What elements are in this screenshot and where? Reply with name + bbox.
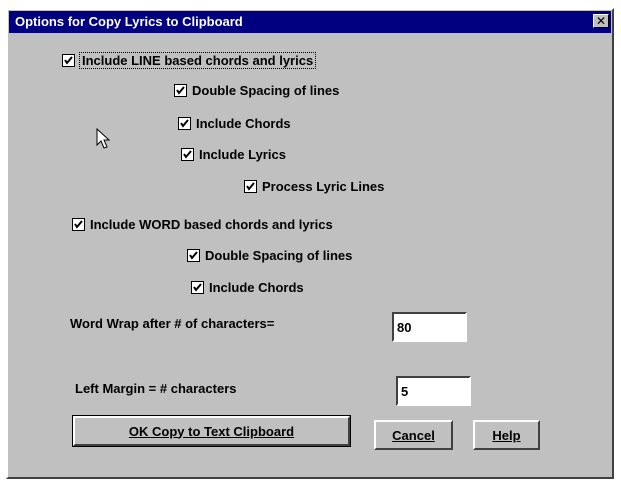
left-margin-label: Left Margin = # characters xyxy=(75,381,237,396)
help-button[interactable]: Help xyxy=(473,420,540,450)
line-process-lyric-lines-label: Process Lyric Lines xyxy=(262,179,385,194)
line-include-lyrics-label: Include Lyrics xyxy=(199,147,286,162)
include-line-based-checkbox[interactable]: Include LINE based chords and lyrics xyxy=(62,52,317,69)
options-dialog: Options for Copy Lyrics to Clipboard ✕ xyxy=(6,8,614,479)
word-include-chords-label: Include Chords xyxy=(209,280,304,295)
checkmark-icon xyxy=(244,180,257,193)
cancel-button[interactable]: Cancel xyxy=(374,420,453,450)
close-button[interactable]: ✕ xyxy=(593,14,609,28)
line-include-chords-checkbox[interactable]: Include Chords xyxy=(178,116,292,131)
word-double-spacing-checkbox[interactable]: Double Spacing of lines xyxy=(187,248,353,263)
line-include-chords-label: Include Chords xyxy=(196,116,291,131)
left-margin-input[interactable]: 5 xyxy=(396,376,471,406)
window-title: Options for Copy Lyrics to Clipboard xyxy=(15,14,243,29)
include-line-based-label: Include LINE based chords and lyrics xyxy=(79,52,317,69)
checkmark-icon xyxy=(187,249,200,262)
checkmark-icon xyxy=(72,218,85,231)
checkmark-icon xyxy=(178,117,191,130)
word-double-spacing-label: Double Spacing of lines xyxy=(205,248,353,263)
line-double-spacing-checkbox[interactable]: Double Spacing of lines xyxy=(174,83,340,98)
checkmark-icon xyxy=(62,54,75,67)
mouse-pointer-icon xyxy=(96,128,111,149)
line-process-lyric-lines-checkbox[interactable]: Process Lyric Lines xyxy=(244,179,385,194)
word-include-chords-checkbox[interactable]: Include Chords xyxy=(191,280,305,295)
title-bar: Options for Copy Lyrics to Clipboard ✕ xyxy=(9,11,611,33)
line-include-lyrics-checkbox[interactable]: Include Lyrics xyxy=(181,147,287,162)
word-wrap-input[interactable]: 80 xyxy=(392,312,467,342)
word-wrap-label: Word Wrap after # of characters= xyxy=(70,316,275,331)
checkmark-icon xyxy=(174,84,187,97)
checkmark-icon xyxy=(181,148,194,161)
include-word-based-label: Include WORD based chords and lyrics xyxy=(90,217,333,232)
checkmark-icon xyxy=(191,281,204,294)
line-double-spacing-label: Double Spacing of lines xyxy=(192,83,340,98)
ok-copy-button[interactable]: OK Copy to Text Clipboard xyxy=(72,415,351,447)
include-word-based-checkbox[interactable]: Include WORD based chords and lyrics xyxy=(72,217,334,232)
close-icon: ✕ xyxy=(595,14,607,28)
